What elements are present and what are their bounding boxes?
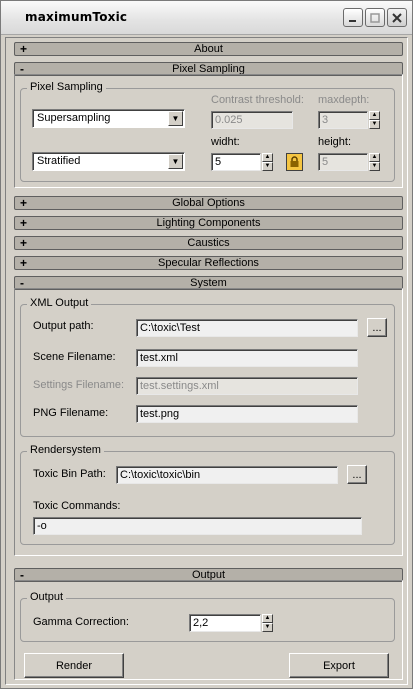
rollout-title: Lighting Components	[156, 217, 261, 229]
rollout-panel: + About - Pixel Sampling Pixel Sampling …	[5, 37, 408, 685]
settings-filename-field[interactable]: test.settings.xml	[136, 377, 358, 395]
toxic-bin-path-field[interactable]: C:\toxic\toxic\bin	[116, 466, 338, 484]
rollout-global-options[interactable]: + Global Options	[14, 196, 403, 210]
selected-value: Stratified	[37, 155, 81, 167]
toxic-commands-label: Toxic Commands:	[33, 500, 121, 512]
height-label: height:	[318, 136, 352, 148]
render-button[interactable]: Render	[24, 653, 124, 678]
distribution-dropdown[interactable]: Stratified ▼	[32, 152, 185, 171]
maxdepth-spinner[interactable]: ▲ ▼	[369, 111, 380, 129]
browse-bin-path-button[interactable]: ...	[347, 465, 367, 484]
maximize-button[interactable]	[365, 8, 385, 27]
group-title: Rendersystem	[27, 444, 104, 456]
minimize-button[interactable]	[343, 8, 363, 27]
lock-aspect-button[interactable]	[286, 153, 303, 171]
selected-value: Supersampling	[37, 112, 111, 124]
minimize-icon	[349, 19, 356, 22]
gamma-correction-field[interactable]: 2,2	[189, 614, 261, 632]
settings-filename-label: Settings Filename:	[33, 379, 125, 391]
export-button[interactable]: Export	[289, 653, 389, 678]
scene-filename-label: Scene Filename:	[33, 351, 116, 363]
lock-icon	[290, 156, 299, 167]
rollout-title: Caustics	[187, 237, 230, 249]
group-title: XML Output	[27, 297, 92, 309]
sampling-mode-dropdown[interactable]: Supersampling ▼	[32, 109, 185, 128]
width-label: widht:	[211, 136, 240, 148]
group-title: Output	[27, 591, 67, 603]
maximize-icon	[370, 12, 380, 23]
rollout-title: Specular Reflections	[158, 257, 259, 269]
gamma-correction-spinner[interactable]: ▲ ▼	[262, 614, 273, 632]
window-title: maximumToxic	[25, 10, 128, 24]
output-path-field[interactable]: C:\toxic\Test	[136, 319, 358, 337]
toxic-bin-path-label: Toxic Bin Path:	[33, 468, 106, 480]
toxic-commands-field[interactable]: -o	[33, 517, 362, 535]
browse-output-path-button[interactable]: ...	[367, 318, 387, 337]
rollout-lighting-components[interactable]: + Lighting Components	[14, 216, 403, 230]
width-spinner[interactable]: ▲ ▼	[262, 153, 273, 171]
rollout-specular-reflections[interactable]: + Specular Reflections	[14, 256, 403, 270]
main-window: maximumToxic + About - Pixel Sampling Pi…	[0, 0, 413, 689]
close-icon	[392, 12, 402, 23]
contrast-threshold-field[interactable]: 0.025	[211, 111, 293, 129]
scene-filename-field[interactable]: test.xml	[136, 349, 358, 367]
rollout-caustics[interactable]: + Caustics	[14, 236, 403, 250]
png-filename-field[interactable]: test.png	[136, 405, 358, 423]
maxdepth-field[interactable]: 3	[318, 111, 368, 129]
maxdepth-label: maxdepth:	[318, 94, 370, 106]
width-field[interactable]: 5	[211, 153, 261, 171]
rollout-about[interactable]: + About	[14, 42, 403, 56]
png-filename-label: PNG Filename:	[33, 407, 109, 419]
title-bar[interactable]: maximumToxic	[1, 1, 412, 35]
close-button[interactable]	[387, 8, 407, 27]
group-title: Pixel Sampling	[27, 81, 106, 93]
contrast-threshold-label: Contrast threshold:	[211, 94, 304, 106]
output-path-label: Output path:	[33, 320, 94, 332]
chevron-down-icon[interactable]: ▼	[168, 154, 183, 169]
height-spinner[interactable]: ▲ ▼	[369, 153, 380, 171]
height-field[interactable]: 5	[318, 153, 368, 171]
gamma-correction-label: Gamma Correction:	[33, 616, 129, 628]
rollout-title: Global Options	[172, 197, 245, 209]
chevron-down-icon[interactable]: ▼	[168, 111, 183, 126]
rollout-title: About	[194, 43, 223, 55]
